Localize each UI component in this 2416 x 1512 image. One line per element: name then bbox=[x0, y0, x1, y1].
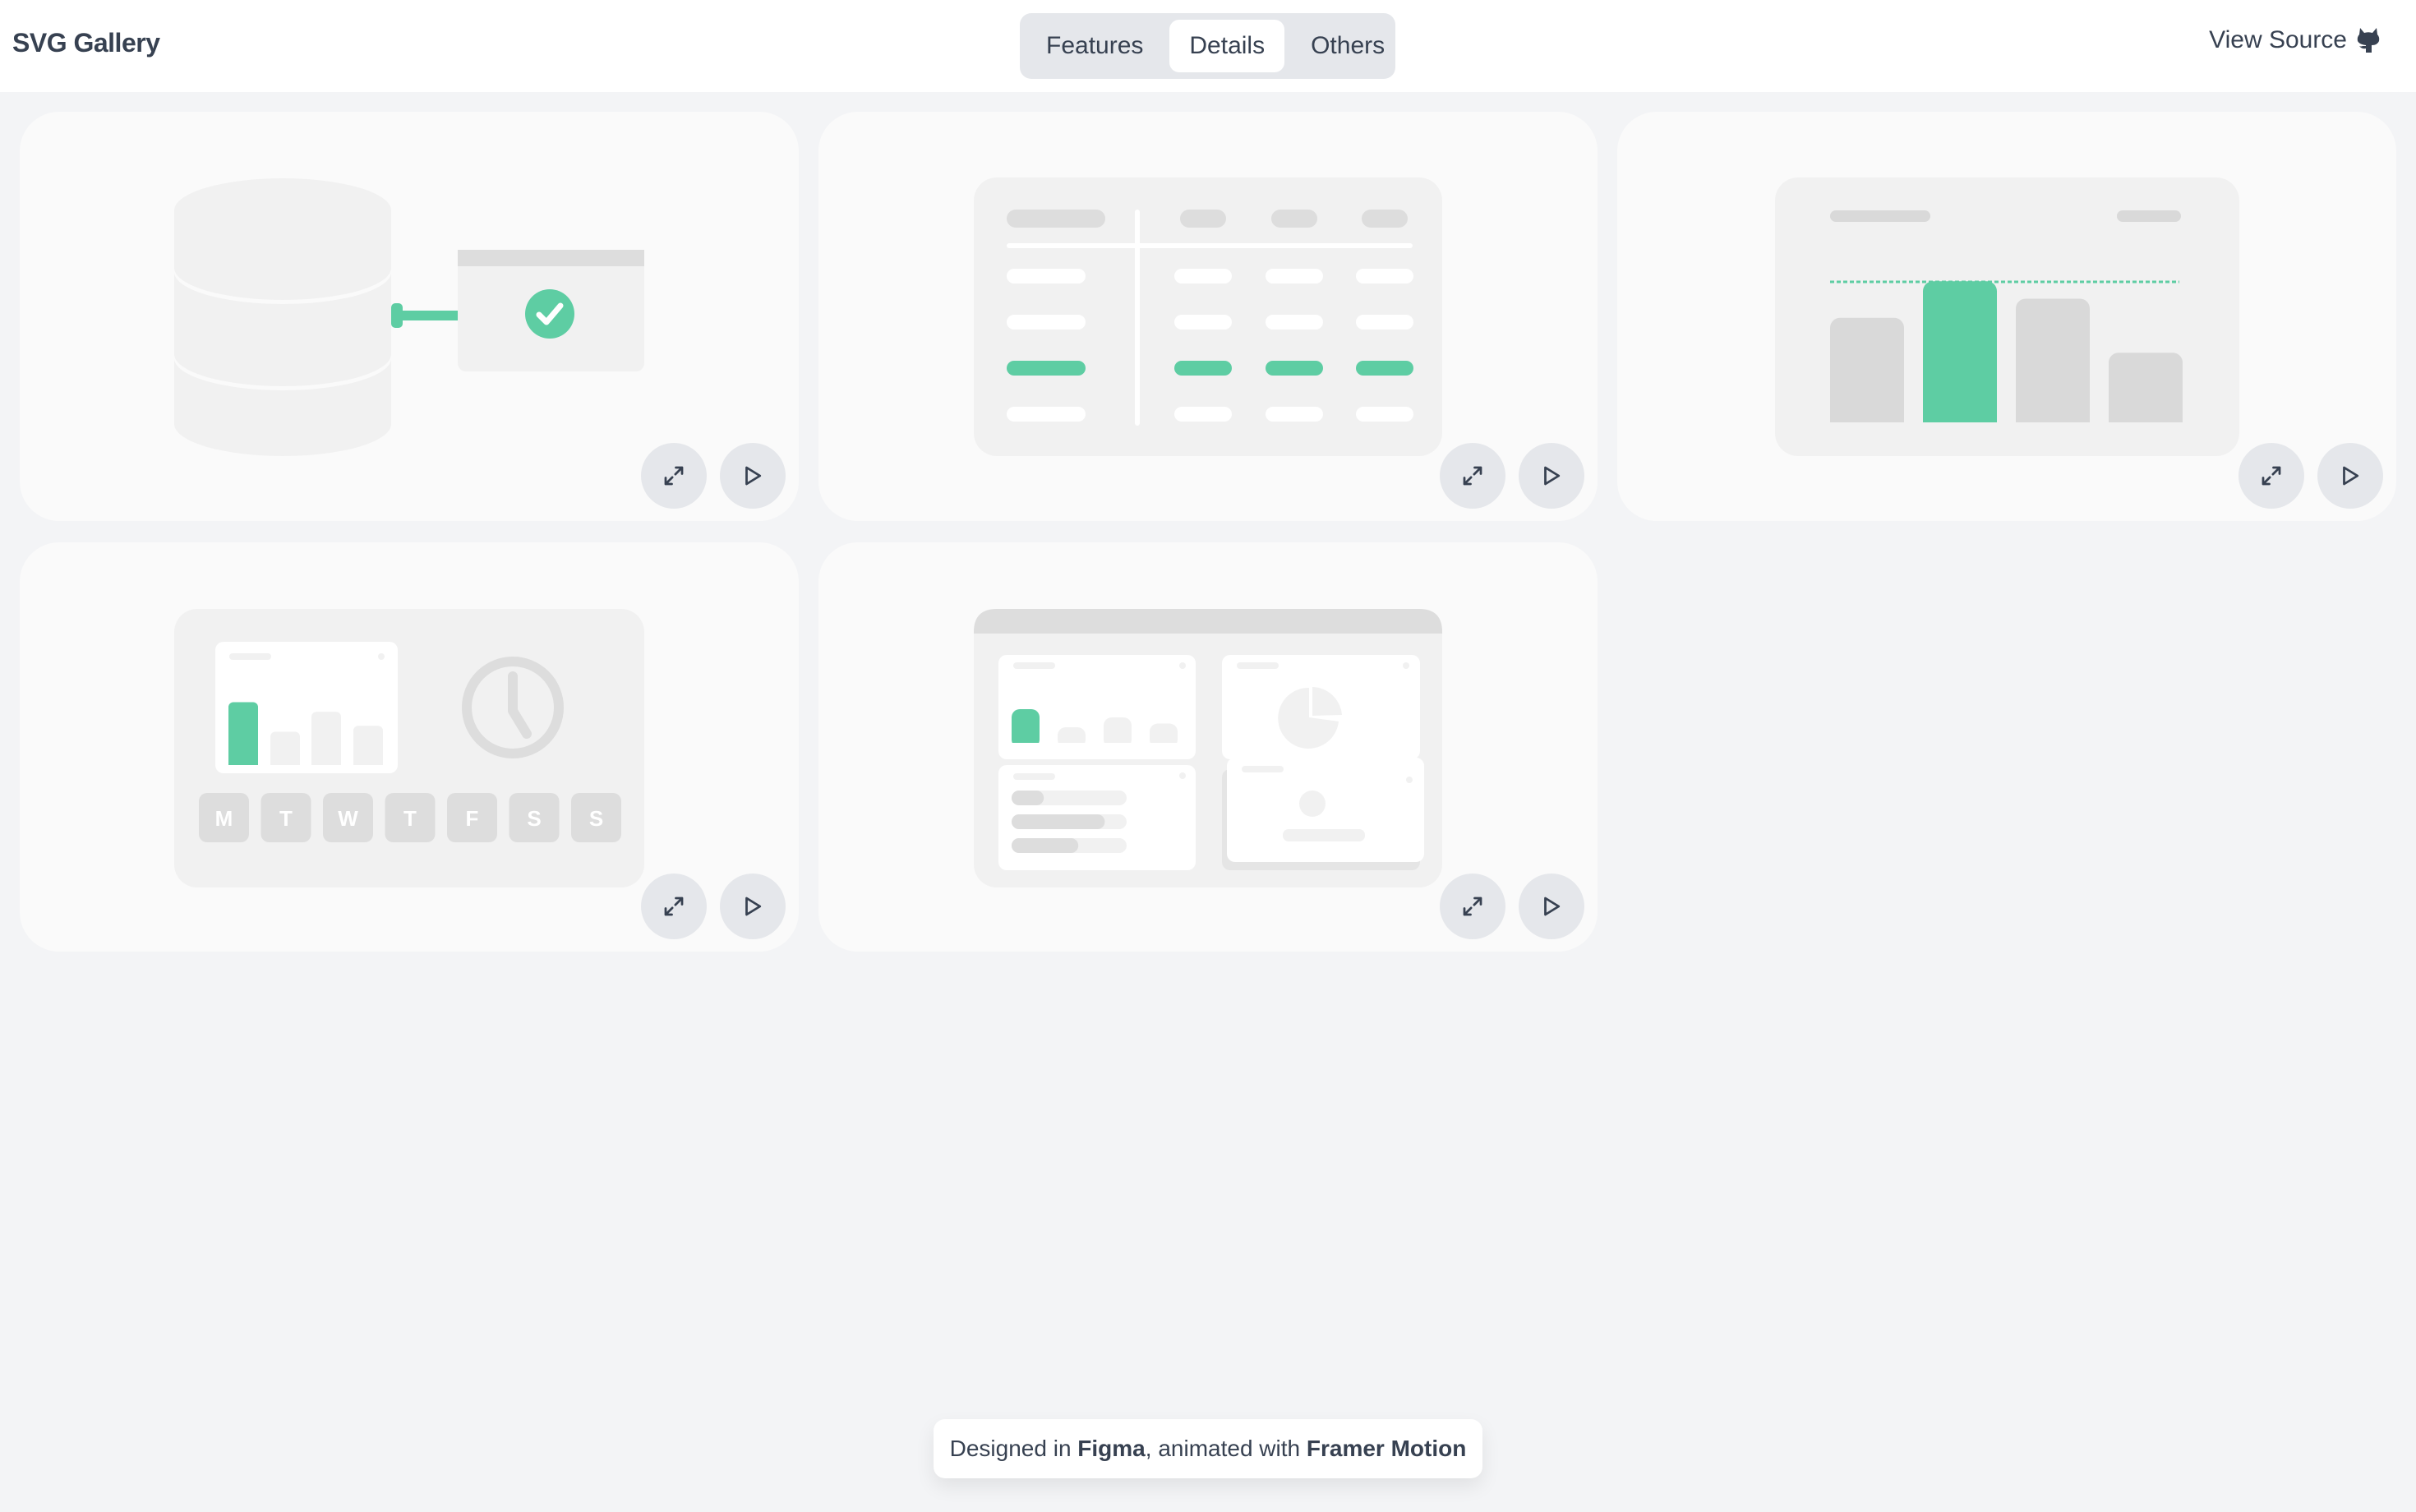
chart-legend-placeholder bbox=[2117, 210, 2181, 222]
chart-title-placeholder bbox=[1830, 210, 1930, 222]
table-cell bbox=[1356, 315, 1413, 330]
top-bar: SVG Gallery Features Details Others View… bbox=[0, 0, 2416, 92]
table-cell bbox=[1356, 361, 1413, 376]
expand-button[interactable] bbox=[1440, 443, 1505, 509]
tab-details[interactable]: Details bbox=[1169, 20, 1285, 72]
tab-group: Features Details Others bbox=[1020, 13, 1395, 79]
mini-chart-bar bbox=[311, 712, 341, 770]
chart-bar bbox=[1830, 317, 1904, 432]
progress-fill bbox=[1012, 838, 1079, 853]
github-icon bbox=[2357, 28, 2380, 53]
chart-bar bbox=[1923, 281, 1997, 432]
weekday-label: T bbox=[279, 806, 293, 831]
mini-chart-bar bbox=[228, 702, 258, 770]
play-icon bbox=[745, 466, 762, 486]
tab-features[interactable]: Features bbox=[1026, 20, 1163, 72]
avatar-placeholder bbox=[1299, 791, 1326, 817]
expand-button[interactable] bbox=[2238, 443, 2304, 509]
expand-icon bbox=[1463, 897, 1482, 916]
table-cell bbox=[1266, 269, 1323, 284]
weekday-label: S bbox=[527, 806, 541, 831]
play-icon bbox=[745, 897, 762, 916]
play-button[interactable] bbox=[1519, 874, 1584, 939]
widget-profile bbox=[1227, 758, 1424, 862]
play-button[interactable] bbox=[720, 443, 786, 509]
credits-prefix: Designed in bbox=[949, 1436, 1078, 1461]
play-icon bbox=[2343, 466, 2359, 486]
view-source-label: View Source bbox=[2209, 26, 2347, 53]
progress-fill bbox=[1012, 814, 1105, 829]
gallery-card-table bbox=[818, 112, 1598, 521]
table-cell bbox=[1174, 269, 1232, 284]
credits-tool-framer: Framer Motion bbox=[1306, 1436, 1467, 1461]
weekday-label: M bbox=[215, 806, 233, 831]
expand-button[interactable] bbox=[641, 874, 707, 939]
table-column-divider bbox=[1135, 210, 1140, 426]
table-cell bbox=[1007, 361, 1086, 376]
tab-others[interactable]: Others bbox=[1291, 20, 1404, 72]
weekday-label: T bbox=[403, 806, 417, 831]
credits-banner: Designed in Figma, animated with Framer … bbox=[934, 1419, 1482, 1478]
chart-bar bbox=[2016, 298, 2090, 432]
play-button[interactable] bbox=[720, 874, 786, 939]
weekday-label: F bbox=[466, 806, 479, 831]
play-button[interactable] bbox=[2317, 443, 2383, 509]
play-icon bbox=[1544, 466, 1561, 486]
window-titlebar bbox=[974, 609, 1442, 634]
table-cell bbox=[1007, 315, 1086, 330]
table-cell bbox=[1356, 407, 1413, 422]
play-button[interactable] bbox=[1519, 443, 1584, 509]
weekday-label: W bbox=[338, 806, 358, 831]
gallery-card-schedule: MTWTFSS bbox=[20, 542, 799, 952]
expand-button[interactable] bbox=[641, 443, 707, 509]
progress-fill bbox=[1012, 791, 1044, 805]
expand-icon bbox=[664, 897, 684, 916]
table-cell bbox=[1174, 361, 1232, 376]
connector-line bbox=[391, 303, 458, 328]
mini-chart-bar bbox=[270, 731, 300, 770]
gallery-card-dashboard bbox=[818, 542, 1598, 952]
expand-button[interactable] bbox=[1440, 874, 1505, 939]
app-title: SVG Gallery bbox=[12, 28, 160, 58]
expand-icon bbox=[664, 466, 684, 486]
table-cell bbox=[1266, 361, 1323, 376]
table-cell bbox=[1266, 407, 1323, 422]
database-icon bbox=[174, 178, 391, 456]
table-cell bbox=[1007, 407, 1086, 422]
table-cell bbox=[1266, 315, 1323, 330]
mini-chart-bar bbox=[353, 726, 383, 770]
expand-icon bbox=[1463, 466, 1482, 486]
window-with-check bbox=[458, 250, 644, 371]
expand-icon bbox=[2262, 466, 2281, 486]
gallery-card-database bbox=[20, 112, 799, 521]
widget-bar bbox=[1012, 709, 1040, 748]
table-cell bbox=[1174, 407, 1232, 422]
chart-bar bbox=[2109, 353, 2183, 432]
table-header-divider bbox=[1007, 243, 1413, 248]
view-source-link[interactable]: View Source bbox=[2209, 26, 2381, 54]
table-cell bbox=[1356, 269, 1413, 284]
gallery-card-bar-chart bbox=[1617, 112, 2396, 521]
table-cell bbox=[1174, 315, 1232, 330]
play-icon bbox=[1544, 897, 1561, 916]
table-cell bbox=[1007, 269, 1086, 284]
weekday-label: S bbox=[589, 806, 603, 831]
credits-middle: , animated with bbox=[1145, 1436, 1307, 1461]
credits-tool-figma: Figma bbox=[1077, 1436, 1146, 1461]
